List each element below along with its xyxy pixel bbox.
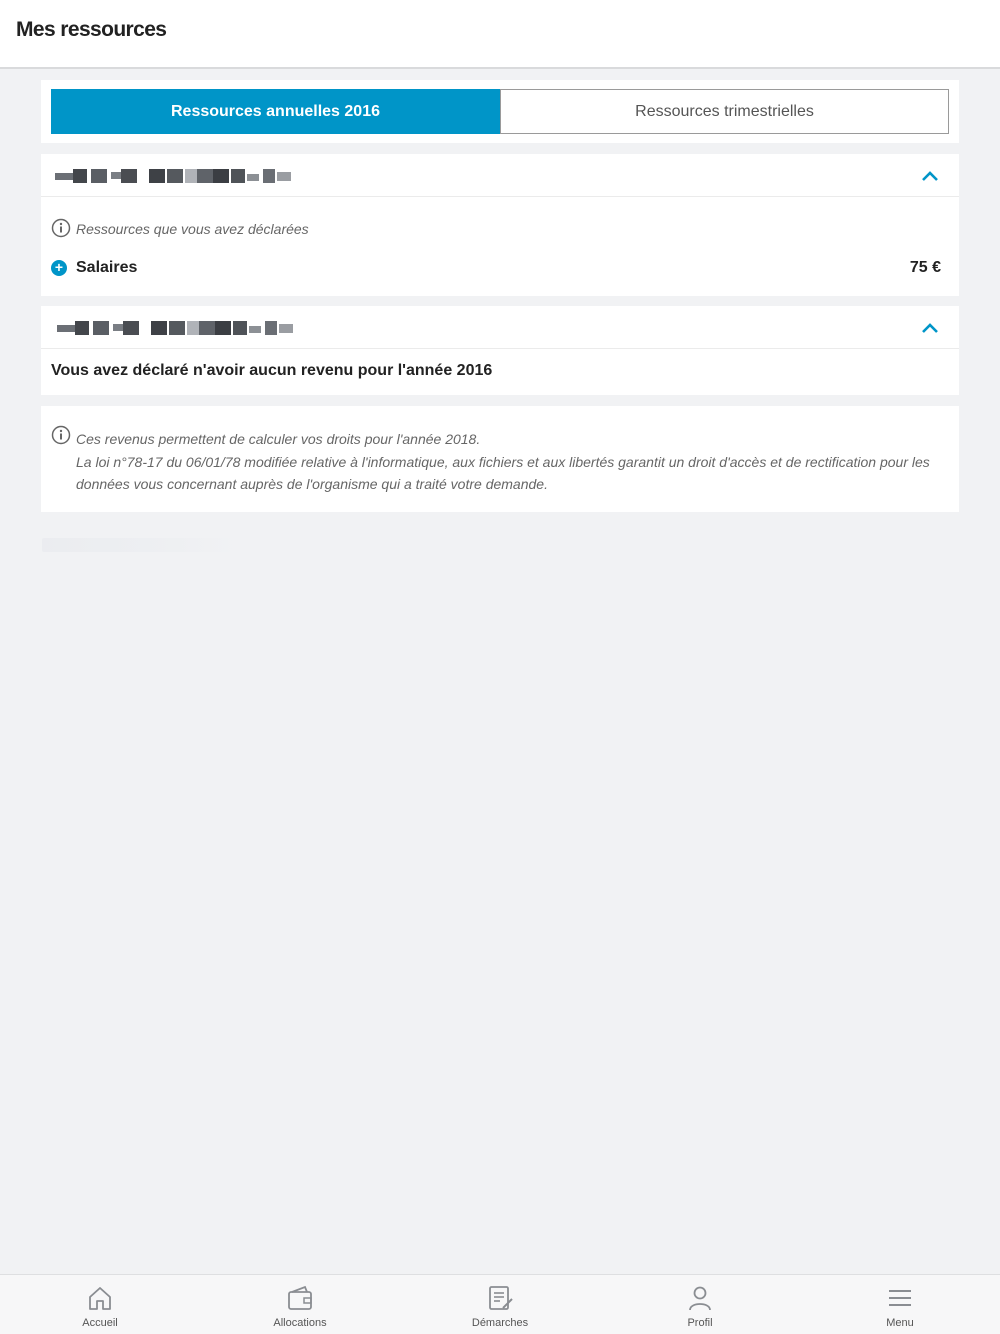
user-icon bbox=[689, 1286, 711, 1311]
declared-resources-note: Ressources que vous avez déclarées bbox=[76, 221, 309, 237]
chevron-up-icon[interactable] bbox=[921, 321, 939, 335]
nav-label: Accueil bbox=[82, 1317, 118, 1329]
nav-item-menu[interactable]: Menu bbox=[800, 1275, 1000, 1334]
nav-item-accueil[interactable]: Accueil bbox=[0, 1275, 200, 1334]
info-card: Ces revenus permettent de calculer vos d… bbox=[41, 406, 959, 512]
accordion-header-2[interactable] bbox=[41, 306, 959, 349]
resource-value: 75 € bbox=[909, 259, 941, 276]
info-line: La loi n°78-17 du 06/01/78 modifiée rela… bbox=[76, 453, 930, 470]
redacted-name bbox=[55, 321, 295, 335]
nav-label: Allocations bbox=[273, 1317, 327, 1329]
wallet-icon bbox=[288, 1285, 312, 1310]
info-text: Ces revenus permettent de calculer vos d… bbox=[76, 428, 930, 496]
page-title: Mes ressources bbox=[16, 18, 167, 41]
nav-label: Profil bbox=[687, 1317, 713, 1329]
nav-label: Menu bbox=[886, 1317, 914, 1329]
tab-quarterly-resources[interactable]: Ressources trimestrielles bbox=[500, 89, 949, 134]
chevron-up-icon[interactable] bbox=[921, 169, 939, 183]
accordion-section-2: Vous avez déclaré n'avoir aucun revenu p… bbox=[41, 306, 959, 395]
nav-item-profil[interactable]: Profil bbox=[600, 1275, 800, 1334]
top-header: Mes ressources bbox=[0, 0, 1000, 69]
info-line: données vous concernant auprès de l'orga… bbox=[76, 476, 548, 492]
tabs-card: Ressources annuelles 2016 Ressources tri… bbox=[41, 80, 959, 143]
accordion-section-1: Ressources que vous avez déclarées + Sal… bbox=[41, 154, 959, 296]
redacted-name bbox=[55, 169, 295, 183]
plus-icon[interactable]: + bbox=[51, 260, 67, 276]
hamburger-icon bbox=[889, 1290, 911, 1306]
nav-item-demarches[interactable]: Démarches bbox=[400, 1275, 600, 1334]
faint-placeholder bbox=[42, 538, 238, 552]
accordion-header-1[interactable] bbox=[41, 154, 959, 197]
info-line: Ces revenus permettent de calculer vos d… bbox=[76, 431, 481, 447]
info-icon bbox=[51, 425, 71, 445]
tab-annual-resources[interactable]: Ressources annuelles 2016 bbox=[51, 89, 500, 134]
bottom-navigation: Accueil Allocations Démarches Profil Men… bbox=[0, 1274, 1000, 1334]
info-icon bbox=[51, 218, 71, 238]
nav-label: Démarches bbox=[471, 1317, 529, 1329]
document-edit-icon bbox=[489, 1286, 513, 1310]
nav-item-allocations[interactable]: Allocations bbox=[200, 1275, 400, 1334]
no-income-statement: Vous avez déclaré n'avoir aucun revenu p… bbox=[51, 362, 493, 379]
home-icon bbox=[89, 1287, 111, 1310]
resource-label: Salaires bbox=[76, 259, 138, 276]
